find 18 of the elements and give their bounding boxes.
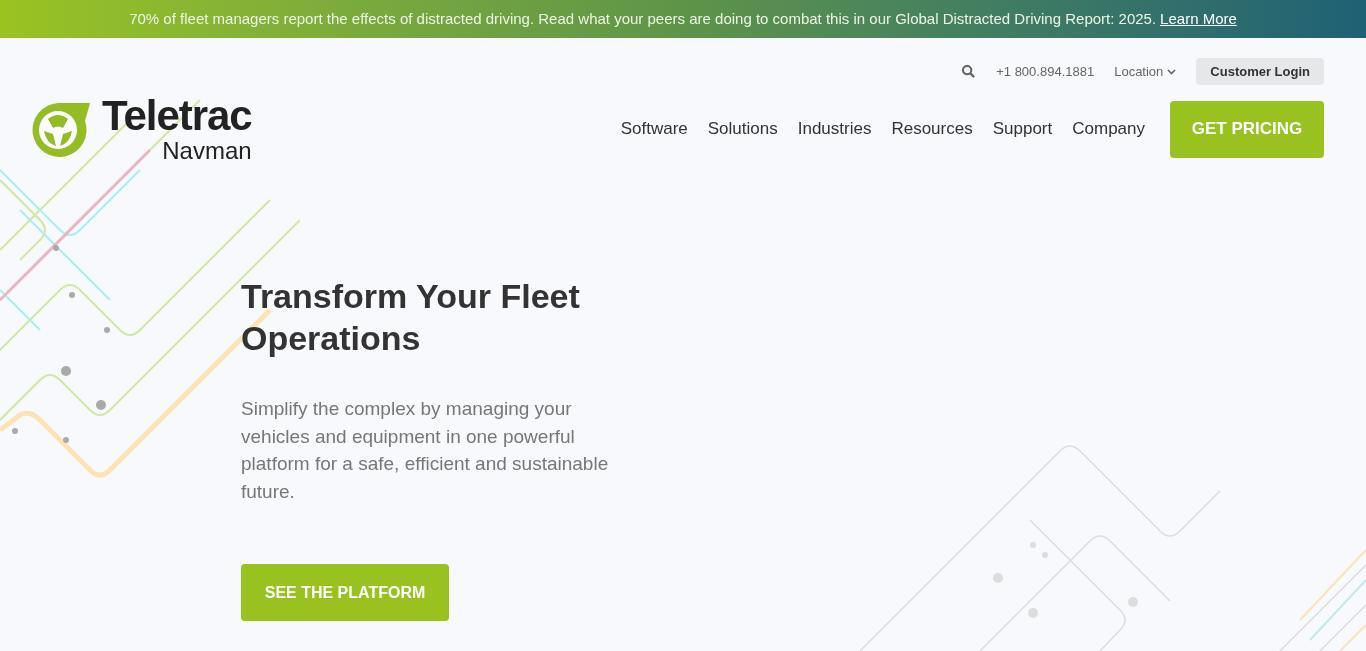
location-dropdown[interactable]: Location: [1114, 61, 1177, 82]
hero-description: Simplify the complex by managing your vehicles and equipment in one powerful platform for a safe, efficient and sustainable future.: [241, 397, 610, 504]
nav-link[interactable]: Support: [992, 116, 1053, 142]
hero-title: Transform Your Fleet Operations: [241, 276, 581, 359]
nav-link[interactable]: Industries: [797, 116, 872, 142]
customer-login-button[interactable]: Customer Login: [1196, 58, 1324, 85]
logo-wordmark: Teletrac: [102, 95, 252, 137]
learn-more-link[interactable]: Learn More: [1160, 7, 1237, 31]
nav-link[interactable]: Resources: [891, 116, 973, 142]
logo-subtitle: Navman: [162, 139, 252, 163]
banner-text: 70% of fleet managers report the effects of distracted driving. Read what your peers are doing to combat this in our Global Distracted Driving Report: 2025.: [129, 8, 1157, 29]
search-icon[interactable]: [961, 64, 977, 79]
phone-link[interactable]: +1 800.894.1881: [996, 61, 1095, 82]
chevron-down-icon: [1167, 68, 1177, 75]
nav-link[interactable]: Solutions: [707, 116, 778, 142]
nav-link[interactable]: Company: [1072, 116, 1145, 142]
nav-link[interactable]: Software: [620, 116, 688, 142]
logo-icon: [30, 101, 90, 157]
